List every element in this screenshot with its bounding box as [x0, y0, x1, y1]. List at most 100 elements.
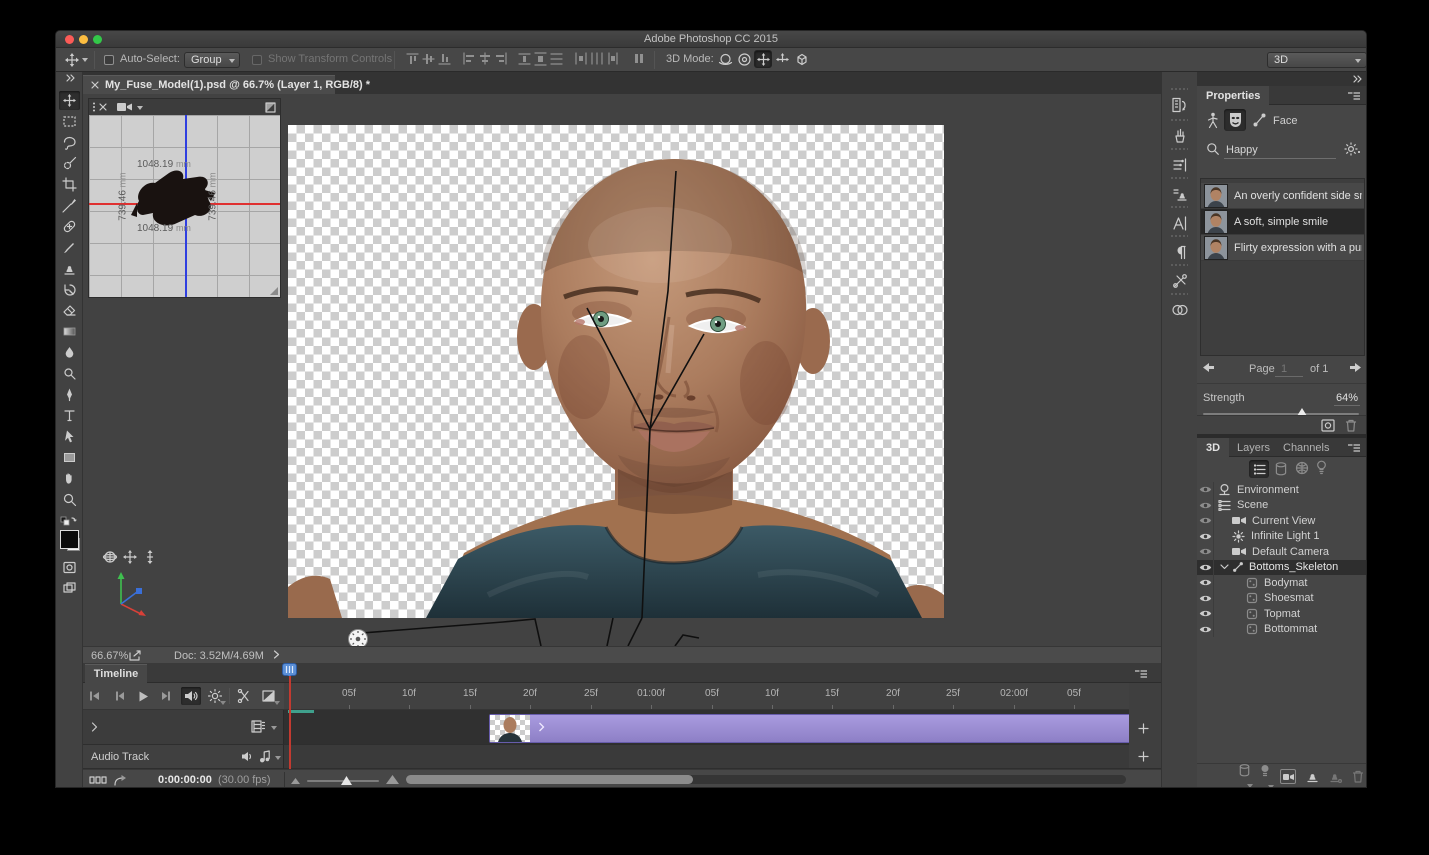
- align-horizontal-centers-icon[interactable]: [478, 52, 492, 65]
- timeline-ruler[interactable]: 05f 10f 15f 20f 25f 01:00f 05f 10f 15f 2…: [284, 683, 1129, 710]
- doc-size-info[interactable]: Doc: 3.52M/4.69M: [174, 650, 264, 662]
- timeline-scrollbar-thumb[interactable]: [406, 775, 693, 784]
- visibility-eye-icon[interactable]: [1197, 575, 1214, 591]
- pen-tool[interactable]: [59, 385, 80, 404]
- split-at-playhead-scissors-icon[interactable]: [234, 687, 254, 705]
- align-left-edges-icon[interactable]: [462, 52, 476, 65]
- distribute-horizontal-centers-icon[interactable]: [590, 52, 604, 65]
- tab-close-icon[interactable]: [91, 81, 99, 89]
- clip-chevron-icon[interactable]: [538, 722, 545, 732]
- visibility-eye-icon[interactable]: [1197, 622, 1214, 638]
- move-tool-icon[interactable]: [64, 52, 80, 68]
- expression-item[interactable]: An overly confident side sm: [1201, 183, 1364, 209]
- tool-presets-panel-icon[interactable]: [1165, 268, 1194, 294]
- document-tab[interactable]: My_Fuse_Model(1).psd @ 66.7% (Layer 1, R…: [83, 75, 335, 94]
- previous-frame-button[interactable]: [109, 687, 129, 705]
- brush-presets-panel-icon[interactable]: [1165, 123, 1194, 149]
- track-expand-chevron-icon[interactable]: [91, 722, 98, 732]
- page-number-field[interactable]: 1: [1281, 363, 1287, 375]
- export-icon[interactable]: [129, 650, 142, 661]
- go-to-first-frame-button[interactable]: [85, 687, 105, 705]
- brush-tool[interactable]: [59, 238, 80, 257]
- clone-stamp-tool[interactable]: [59, 259, 80, 278]
- zoom-in-timeline-icon[interactable]: [386, 775, 399, 784]
- mute-audio-button[interactable]: [181, 687, 201, 705]
- audio-track-note-icon[interactable]: [259, 750, 271, 763]
- timeline-menu-icon[interactable]: [1135, 670, 1147, 678]
- expression-item[interactable]: Flirty expression with a purs: [1201, 235, 1364, 261]
- align-vertical-centers-icon[interactable]: [422, 52, 435, 66]
- skeleton-person-icon[interactable]: [1205, 112, 1220, 129]
- distribute-spacing-icon[interactable]: [632, 52, 646, 65]
- 3d-node-default-camera[interactable]: Default Camera: [1197, 544, 1367, 560]
- collapse-panels-icon[interactable]: [1352, 75, 1362, 83]
- marquee-tool[interactable]: [59, 112, 80, 131]
- show-transform-checkbox[interactable]: [252, 55, 262, 65]
- next-page-arrow-icon[interactable]: [1349, 362, 1362, 373]
- status-chevron-icon[interactable]: [273, 650, 280, 659]
- distribute-top-edges-icon[interactable]: [518, 52, 531, 66]
- properties-menu-icon[interactable]: [1348, 92, 1360, 100]
- lasso-tool[interactable]: [59, 133, 80, 152]
- 3d-panel-menu-icon[interactable]: [1348, 444, 1360, 452]
- quick-mask-mode-button[interactable]: [59, 558, 80, 577]
- close-secondary-view-icon[interactable]: [99, 103, 107, 111]
- add-video-track-button[interactable]: [1138, 723, 1149, 734]
- 3d-node-bottommat[interactable]: Bottommat: [1197, 622, 1367, 638]
- secondary-view-body[interactable]: 1048.19 mm 1048.19 mm 739.46 mm 739.46 m…: [89, 115, 280, 297]
- swap-view-icon[interactable]: [265, 102, 276, 113]
- next-frame-button[interactable]: [157, 687, 177, 705]
- new-camera-icon[interactable]: [1280, 769, 1296, 784]
- 3d-rotate-mode-icon[interactable]: [716, 50, 734, 68]
- timeline-zoom-slider-thumb[interactable]: [341, 776, 352, 785]
- play-button[interactable]: [133, 687, 153, 705]
- instance-stamp-icon[interactable]: [1329, 770, 1342, 783]
- align-right-edges-icon[interactable]: [494, 52, 508, 65]
- 3d-node-environment[interactable]: Environment: [1197, 482, 1367, 498]
- 3d-node-topmat[interactable]: Topmat: [1197, 606, 1367, 622]
- eyedropper-tool[interactable]: [59, 196, 80, 215]
- delete-trash-icon[interactable]: [1345, 419, 1357, 432]
- 3d-node-infinite-light[interactable]: Infinite Light 1: [1197, 529, 1367, 545]
- character-panel-icon[interactable]: [1165, 210, 1194, 236]
- swap-colors-icon[interactable]: [60, 516, 78, 528]
- add-audio-track-button[interactable]: [1138, 751, 1149, 762]
- visibility-eye-icon[interactable]: [1197, 513, 1214, 529]
- playhead[interactable]: [282, 663, 297, 676]
- expression-item-selected[interactable]: A soft, simple smile: [1201, 209, 1364, 235]
- type-tool[interactable]: [59, 406, 80, 425]
- timeline-scrollbar[interactable]: [406, 775, 1126, 784]
- paragraph-panel-icon[interactable]: [1165, 239, 1194, 265]
- gradient-tool[interactable]: [59, 322, 80, 341]
- expand-chevron-icon[interactable]: [1220, 564, 1229, 570]
- filter-materials-icon[interactable]: [1275, 462, 1287, 476]
- toolbar-collapse-icon[interactable]: [65, 74, 75, 82]
- align-bottom-edges-icon[interactable]: [438, 52, 451, 66]
- strength-value-field[interactable]: 64%: [1336, 392, 1358, 404]
- auto-select-checkbox[interactable]: [104, 55, 114, 65]
- 3d-node-bodymat[interactable]: Bodymat: [1197, 575, 1367, 591]
- 3d-node-scene[interactable]: Scene: [1197, 498, 1367, 514]
- flow-arrow-icon[interactable]: [113, 774, 127, 786]
- hand-tool[interactable]: [59, 469, 80, 488]
- distribute-vertical-centers-icon[interactable]: [534, 52, 547, 66]
- canvas-viewport[interactable]: 1048.19 mm 1048.19 mm 739.46 mm 739.46 m…: [83, 94, 1161, 646]
- visibility-eye-icon[interactable]: [1197, 498, 1214, 514]
- expression-search-input[interactable]: Happy: [1226, 144, 1258, 156]
- filter-meshes-icon[interactable]: [1295, 461, 1309, 475]
- secondary-view-panel[interactable]: 1048.19 mm 1048.19 mm 739.46 mm 739.46 m…: [88, 98, 281, 298]
- channels-tab[interactable]: Channels: [1274, 438, 1338, 457]
- audio-track-speaker-icon[interactable]: [241, 751, 254, 762]
- resize-grip-icon[interactable]: [269, 286, 279, 296]
- video-track-lane[interactable]: [284, 710, 1129, 745]
- 3d-roll-mode-icon[interactable]: [735, 50, 753, 68]
- 3d-node-bottoms-skeleton[interactable]: Bottoms_Skeleton: [1197, 560, 1367, 576]
- auto-select-dropdown[interactable]: Group: [184, 52, 240, 68]
- crop-tool[interactable]: [59, 175, 80, 194]
- align-top-edges-icon[interactable]: [406, 52, 419, 66]
- playhead-line[interactable]: [289, 676, 291, 769]
- work-area-marker[interactable]: [288, 710, 314, 713]
- face-mask-icon[interactable]: [1224, 109, 1246, 131]
- search-settings-gear-icon[interactable]: [1344, 142, 1358, 156]
- screen-mode-button[interactable]: [59, 579, 80, 598]
